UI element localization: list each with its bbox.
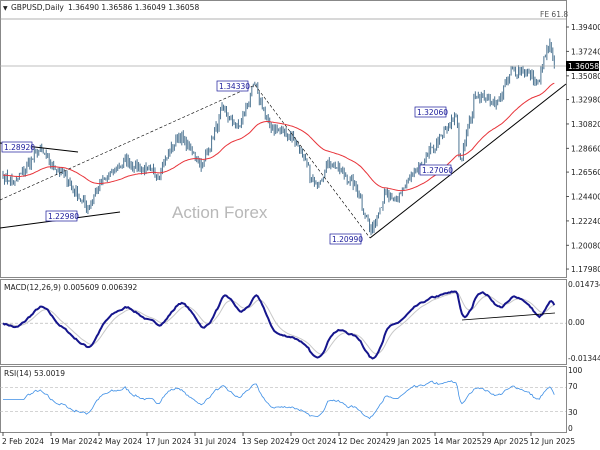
price-label-1: 1.28920 — [1, 141, 35, 153]
date-tick-label: 12 Jun 2025 — [530, 437, 575, 446]
rsi-panel — [0, 366, 567, 433]
date-tick-label: 29 Oct 2024 — [290, 437, 337, 446]
price-tick-label: 1.17980 — [571, 265, 600, 274]
watermark: Action Forex — [172, 203, 268, 222]
rsi-axis-70: 70 — [568, 382, 578, 391]
date-tick-label: 2 May 2024 — [98, 437, 142, 446]
date-tick-label: 31 Jul 2024 — [194, 437, 237, 446]
symbol-label: GBPUSD,Daily — [11, 3, 64, 12]
price-tick-label: 1.35080 — [571, 72, 600, 81]
date-tick-label: 2 Feb 2024 — [2, 437, 44, 446]
date-tick-label: 13 Sep 2024 — [242, 437, 290, 446]
chart-window: Action Forex 1.39400 1.37240 1.35080 1.3298… — [0, 0, 600, 446]
price-label-3: 1.34330 — [216, 80, 250, 92]
fe-label: FE 61.8 — [540, 10, 568, 19]
price-label-5: 1.27060 — [419, 164, 453, 176]
price-label-6: 1.32060 — [414, 106, 448, 118]
rsi-axis-100: 100 — [568, 366, 583, 375]
rsi-axis-30: 30 — [568, 408, 578, 417]
price-label-2: 1.22980 — [45, 210, 79, 222]
price-tick-label: 1.20080 — [571, 241, 600, 250]
svg-text:1.20990: 1.20990 — [332, 235, 363, 244]
rsi-title: RSI(14) 53.0019 — [4, 369, 65, 378]
price-tick-label: 1.22240 — [571, 217, 600, 226]
date-tick-label: 29 Apr 2025 — [482, 437, 529, 446]
macd-title: MACD(12,26,9) 0.005609 0.006392 — [4, 283, 138, 292]
date-tick-label: 14 Mar 2025 — [434, 437, 482, 446]
current-price-label: 1.36058 — [568, 62, 599, 71]
macd-axis-min: -0.013442 — [568, 354, 600, 363]
svg-text:1.27060: 1.27060 — [422, 166, 453, 175]
macd-axis-zero: 0.00 — [568, 318, 585, 327]
rsi-axis-0: 0 — [568, 424, 573, 433]
svg-text:1.22980: 1.22980 — [48, 212, 79, 221]
svg-text:1.32060: 1.32060 — [417, 108, 448, 117]
price-tick-label: 1.24400 — [571, 193, 600, 202]
date-tick-label: 19 Mar 2024 — [50, 437, 98, 446]
price-label-4: 1.20990 — [329, 233, 363, 245]
ohlc-readout: 1.36490 1.36586 1.36049 1.36058 — [68, 3, 199, 12]
date-tick-label: 17 Jun 2024 — [146, 437, 191, 446]
date-tick-label: 12 Dec 2024 — [338, 437, 386, 446]
price-tick-label: 1.30820 — [571, 120, 600, 129]
price-tick-label: 1.32980 — [571, 96, 600, 105]
price-tick-label: 1.39400 — [571, 23, 600, 32]
collapse-arrow-icon[interactable]: ▼ — [3, 5, 8, 12]
svg-text:1.28920: 1.28920 — [4, 143, 35, 152]
price-tick-label: 1.28660 — [571, 144, 600, 153]
macd-axis-max: 0.014734 — [568, 280, 600, 289]
svg-text:1.34330: 1.34330 — [219, 82, 250, 91]
date-tick-label: 29 Jan 2025 — [386, 437, 431, 446]
price-tick-label: 1.26560 — [571, 168, 600, 177]
price-tick-label: 1.37240 — [571, 47, 600, 56]
